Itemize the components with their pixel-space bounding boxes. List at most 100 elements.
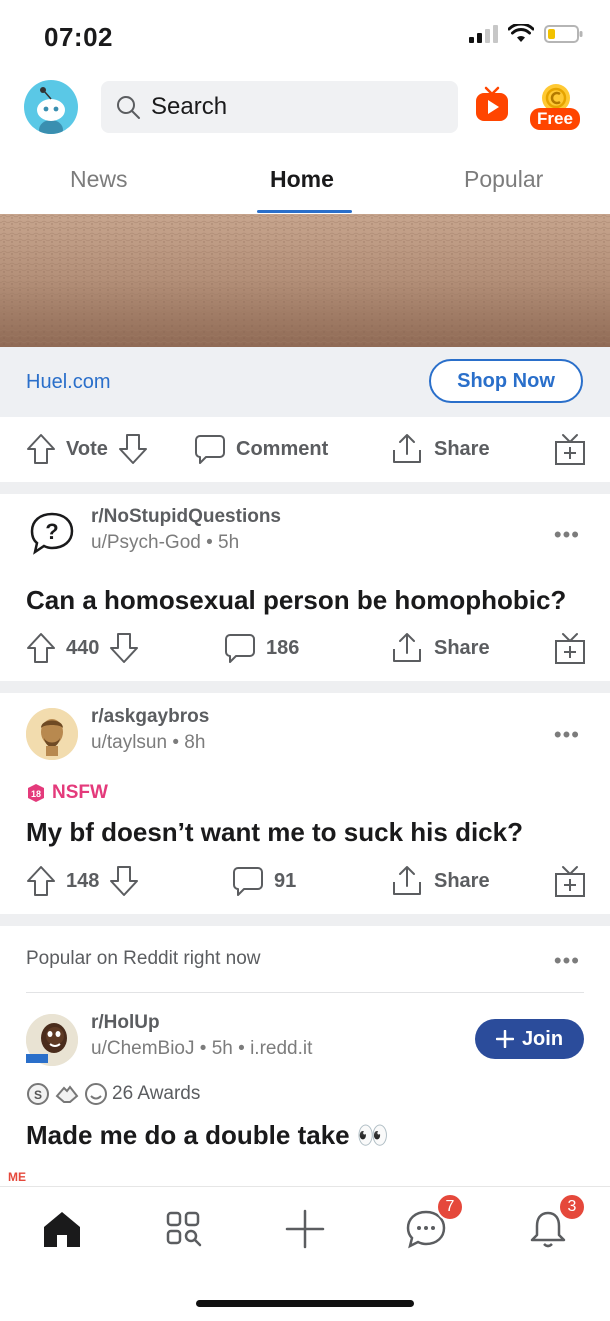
home-icon [44, 1212, 80, 1247]
post-author[interactable]: u/Psych-God [91, 532, 201, 553]
comment-icon [233, 867, 263, 896]
shop-now-button[interactable]: Shop Now [429, 359, 583, 403]
upvote-icon[interactable] [26, 433, 56, 465]
share-icon [393, 866, 421, 895]
feed-tabs: News Home Popular [0, 150, 610, 214]
ad-share-button[interactable]: Share [390, 419, 490, 479]
share-icon [393, 434, 421, 463]
vote-count: 148 [66, 869, 100, 892]
ad-vote-group: Vote [26, 419, 148, 479]
tab-news[interactable]: News [70, 166, 128, 193]
comment-icon [195, 435, 225, 464]
post-meta: u/Psych-God • 5h [91, 532, 240, 553]
post-meta: u/taylsun • 8h [91, 732, 206, 753]
comment-count: 186 [266, 636, 300, 659]
vote-group: 148 [26, 851, 139, 911]
nav-discover[interactable] [162, 1207, 206, 1251]
upvote-icon[interactable] [26, 632, 56, 664]
nav-chat[interactable]: 7 [404, 1193, 464, 1251]
subreddit-avatar[interactable]: ? [26, 508, 78, 560]
downvote-icon[interactable] [109, 865, 139, 897]
laugh-award-icon [85, 1083, 107, 1105]
join-label: Join [521, 1027, 564, 1050]
subreddit-name[interactable]: r/askgaybros [91, 706, 209, 728]
more-options-icon[interactable]: ••• [554, 948, 580, 974]
active-tab-indicator [257, 210, 352, 213]
share-label: Share [434, 869, 490, 892]
comment-button[interactable]: 91 [232, 851, 296, 911]
free-badge: Free [530, 108, 580, 130]
comment-icon [225, 634, 255, 663]
post-author[interactable]: u/ChemBioJ [91, 1038, 195, 1059]
post-domain[interactable]: i.redd.it [250, 1038, 312, 1059]
post-title[interactable]: Can a homosexual person be homophobic? [26, 585, 566, 616]
tab-popular[interactable]: Popular [464, 166, 543, 193]
post-age: 5h [218, 532, 240, 553]
more-options-icon[interactable]: ••• [554, 722, 580, 748]
status-bar: 07:02 [0, 0, 610, 70]
gift-icon [555, 434, 585, 465]
silver-award-icon: S [27, 1083, 49, 1105]
search-icon [117, 96, 140, 119]
ad-award-button[interactable] [554, 419, 586, 479]
user-avatar[interactable] [24, 80, 78, 134]
feed-divider [0, 482, 610, 494]
post-author[interactable]: u/taylsun [91, 732, 167, 753]
comment-label: Comment [236, 437, 329, 460]
status-time: 07:02 [44, 22, 113, 52]
nav-create-post[interactable] [283, 1207, 327, 1251]
nav-home[interactable] [40, 1207, 84, 1251]
status-icons [468, 24, 584, 44]
video-button[interactable] [474, 86, 512, 124]
share-button[interactable]: Share [390, 618, 490, 678]
award-button[interactable] [554, 851, 586, 911]
more-options-icon[interactable]: ••• [554, 522, 580, 548]
feed-divider [0, 681, 610, 693]
search-input[interactable]: Search [101, 81, 458, 133]
subreddit-avatar[interactable] [26, 708, 78, 760]
award-button[interactable] [554, 618, 586, 678]
discover-grid-icon [166, 1211, 202, 1247]
tab-home[interactable]: Home [270, 166, 334, 193]
coins-button[interactable]: Free [528, 78, 588, 134]
awards-count: 26 Awards [112, 1083, 201, 1104]
share-button[interactable]: Share [390, 851, 490, 911]
gift-icon [555, 866, 585, 897]
subreddit-name[interactable]: r/NoStupidQuestions [91, 506, 281, 528]
awards-row[interactable]: S 26 Awards [26, 1082, 200, 1106]
popular-section-label: Popular on Reddit right now [26, 948, 261, 969]
home-indicator [196, 1300, 414, 1307]
bust-avatar-icon [26, 708, 78, 760]
vote-label: Vote [66, 437, 108, 460]
ad-domain-link[interactable]: Huel.com [26, 371, 110, 394]
battery-icon [544, 25, 583, 43]
post-age: 8h [184, 732, 206, 753]
vote-count: 440 [66, 636, 100, 659]
subreddit-avatar[interactable] [26, 1014, 78, 1066]
upvote-icon[interactable] [26, 865, 56, 897]
nsfw-18-icon: 18 [28, 784, 44, 802]
post-header: ? r/NoStupidQuestions u/Psych-God • 5h •… [0, 500, 610, 560]
subreddit-name[interactable]: r/HolUp [91, 1012, 160, 1034]
gift-icon [555, 633, 585, 664]
nav-inbox[interactable]: 3 [526, 1193, 586, 1251]
downvote-icon[interactable] [118, 433, 148, 465]
comment-button[interactable]: 186 [224, 618, 299, 678]
signal-icon [469, 25, 498, 43]
join-button[interactable]: Join [475, 1019, 584, 1059]
plus-icon [495, 1030, 514, 1048]
top-bar: Search Free [0, 78, 610, 138]
cartoon-face-avatar-icon [26, 1014, 78, 1066]
post-title[interactable]: My bf doesn’t want me to suck his dick? [26, 817, 523, 848]
post-meta: u/ChemBioJ • 5h • i.redd.it [91, 1038, 313, 1059]
comment-count: 91 [274, 869, 297, 892]
post-title[interactable]: Made me do a double take 👀 [26, 1120, 389, 1151]
ad-image[interactable] [0, 214, 610, 347]
chat-badge: 7 [436, 1193, 464, 1221]
wholesome-award-icon [55, 1085, 79, 1103]
svg-text:S: S [34, 1088, 42, 1102]
downvote-icon[interactable] [109, 632, 139, 664]
svg-text:18: 18 [31, 789, 41, 799]
ad-comment-button[interactable]: Comment [194, 419, 328, 479]
nsfw-tag: 18 NSFW [26, 782, 108, 804]
